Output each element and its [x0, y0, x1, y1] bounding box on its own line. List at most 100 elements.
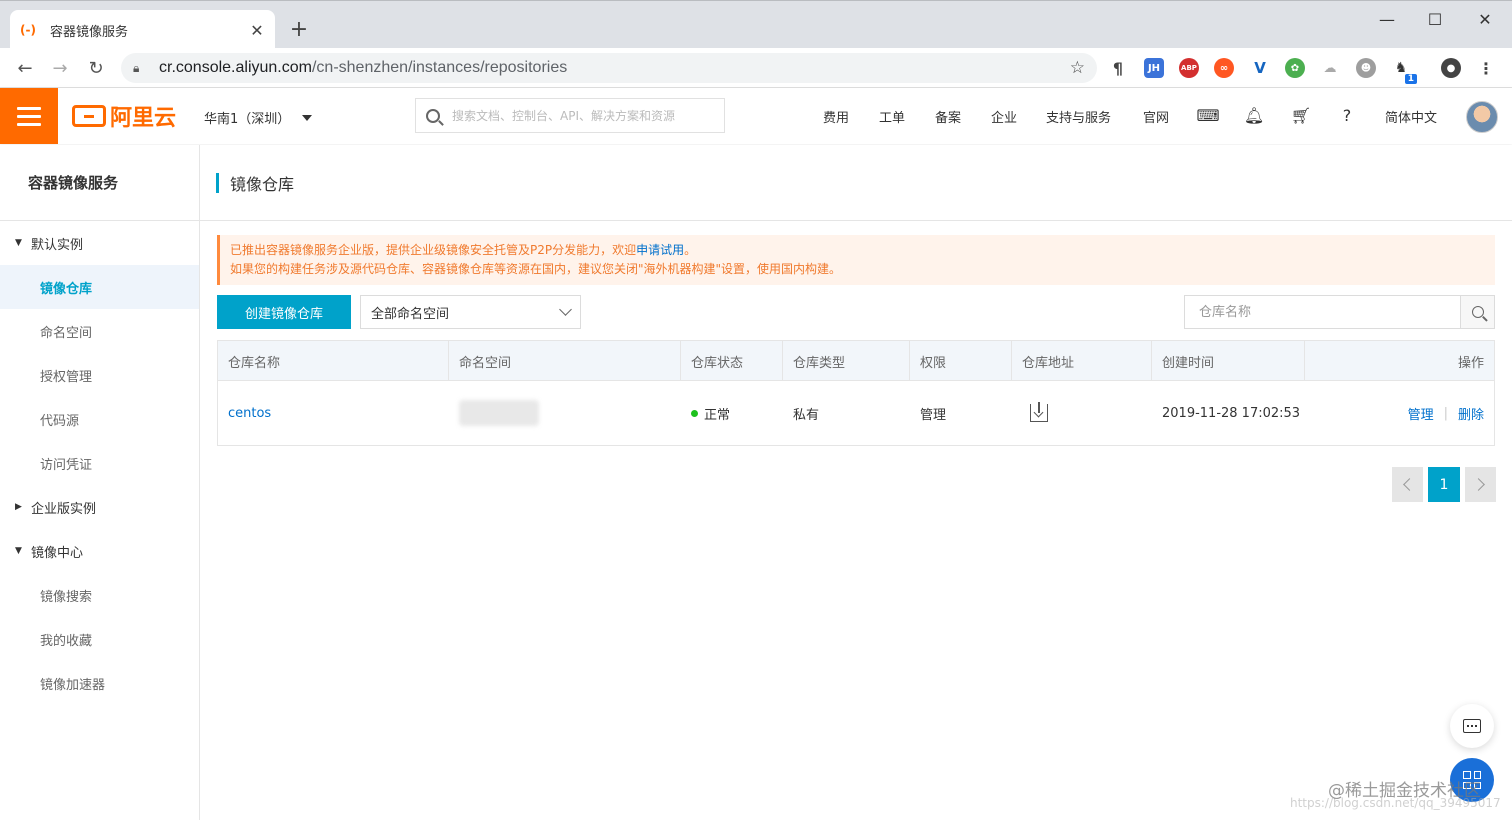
region-label: 华南1（深圳）	[204, 112, 291, 127]
namespace-select[interactable]: 全部命名空间	[360, 295, 581, 329]
caret-down-icon: ▼	[15, 546, 22, 556]
status-ok-icon	[691, 409, 698, 417]
topnav-support[interactable]: 支持与服务	[1046, 107, 1111, 126]
title-accent-bar	[216, 172, 219, 193]
sidebar-group-label: 默认实例	[31, 237, 84, 253]
close-tab-icon[interactable]: ✕	[249, 21, 265, 40]
column-header-actions: 操作	[1457, 355, 1484, 371]
bell-icon[interactable]: 🔔︎	[1243, 104, 1265, 126]
reload-button[interactable]: ↻	[82, 54, 110, 82]
aliyun-logo[interactable]: 阿里云	[72, 102, 176, 131]
delete-link[interactable]: 删除	[1458, 404, 1484, 423]
manage-link[interactable]: 管理	[1408, 404, 1434, 423]
minimize-window-button[interactable]: —	[1364, 7, 1410, 31]
sidebar-item-repositories[interactable]: 镜像仓库	[0, 265, 199, 309]
url-text[interactable]: cr.console.aliyun.com/cn-shenzhen/instan…	[159, 59, 1070, 77]
sidebar-group-label: 企业版实例	[31, 501, 97, 517]
browser-tab[interactable]: (-) 容器镜像服务 ✕	[10, 10, 275, 50]
infinity-icon[interactable]: ∞	[1214, 58, 1234, 78]
sidebar-group-enterprise-instance[interactable]: ▶ 企业版实例	[0, 485, 199, 529]
avatar[interactable]	[1466, 101, 1498, 133]
sidebar-group-label: 镜像中心	[31, 545, 84, 561]
sidebar-group-image-center[interactable]: ▼ 镜像中心	[0, 529, 199, 573]
chevron-right-icon	[1472, 478, 1485, 491]
sidebar-group-default-instance[interactable]: ▼ 默认实例	[0, 221, 199, 265]
tab-title: 容器镜像服务	[50, 24, 129, 40]
topnav-enterprise[interactable]: 企业	[991, 107, 1017, 126]
watermark: @稀土掘金技术社区	[1328, 781, 1481, 801]
chat-bubble-icon	[1463, 719, 1481, 733]
column-header-permission: 权限	[910, 341, 1012, 381]
created-time-cell: 2019-11-28 17:02:53	[1162, 405, 1301, 421]
sidebar-item-accelerator[interactable]: 镜像加速器	[0, 661, 199, 705]
chevron-left-icon	[1403, 478, 1416, 491]
bookmark-star-icon[interactable]: ☆	[1070, 58, 1085, 78]
table-row: centos 正常 私有 管理 2019-11-28 17:02:53 管理 |…	[218, 381, 1494, 445]
column-header-name: 仓库名称	[218, 341, 449, 381]
region-selector[interactable]: 华南1（深圳）	[204, 108, 313, 127]
repository-name-link[interactable]: centos	[218, 381, 449, 445]
global-search-input[interactable]	[452, 108, 702, 123]
page-title: 镜像仓库	[230, 174, 295, 194]
repository-table: 仓库名称 命名空间 仓库状态 仓库类型 权限 仓库地址 创建时间 操作 cent…	[217, 340, 1495, 446]
close-window-button[interactable]: ✕	[1462, 7, 1508, 31]
cart-icon[interactable]: 🛒︎	[1290, 104, 1312, 126]
sidebar-item-namespaces[interactable]: 命名空间	[0, 309, 199, 353]
address-bar[interactable]: 🔒︎ cr.console.aliyun.com/cn-shenzhen/ins…	[121, 53, 1097, 83]
sidebar-item-image-search[interactable]: 镜像搜索	[0, 573, 199, 617]
type-cell: 私有	[793, 407, 820, 423]
paragraph-icon[interactable]: ¶	[1108, 58, 1128, 78]
console-topbar: 阿里云 华南1（深圳） 费用 工单 备案 企业 支持与服务 官网 ⌨ 🔔︎ 🛒︎…	[0, 88, 1512, 144]
hamburger-menu-button[interactable]	[0, 88, 58, 144]
chrome-ext-icon[interactable]: ✿	[1285, 58, 1305, 78]
create-repository-button[interactable]: 创建镜像仓库	[217, 295, 351, 329]
table-header: 仓库名称 命名空间 仓库状态 仓库类型 权限 仓库地址 创建时间 操作	[218, 341, 1494, 381]
abp-icon[interactable]: ABP	[1179, 58, 1199, 78]
apply-trial-link[interactable]: 申请试用	[636, 243, 684, 257]
sidebar-item-credentials[interactable]: 访问凭证	[0, 441, 199, 485]
repository-search-button[interactable]	[1460, 296, 1494, 328]
language-switch[interactable]: 简体中文	[1385, 107, 1437, 126]
terminal-icon[interactable]: ⌨	[1196, 104, 1219, 126]
address-cell	[1012, 381, 1152, 445]
column-header-status: 仓库状态	[681, 341, 783, 381]
status-text: 正常	[704, 407, 731, 423]
sidebar: 容器镜像服务 ▼ 默认实例 镜像仓库 命名空间 授权管理 代码源 访问凭证 ▶ …	[0, 145, 200, 820]
repository-search-input[interactable]	[1185, 296, 1460, 328]
namespace-cell	[449, 381, 681, 445]
pagination: 1	[1392, 467, 1496, 502]
back-button[interactable]: ←	[11, 54, 39, 82]
sidebar-title: 容器镜像服务	[0, 145, 199, 221]
maximize-window-button[interactable]: ☐	[1412, 7, 1458, 31]
sidebar-item-authorization[interactable]: 授权管理	[0, 353, 199, 397]
caret-right-icon: ▶	[15, 502, 22, 512]
help-icon[interactable]: ?	[1336, 104, 1358, 126]
topnav-official-site[interactable]: 官网	[1143, 107, 1169, 126]
topnav-icp[interactable]: 备案	[935, 107, 961, 126]
browser-menu-icon[interactable]: ⋮	[1476, 58, 1496, 78]
jh-icon[interactable]: JH	[1144, 58, 1164, 78]
page-button[interactable]: 1	[1428, 467, 1460, 502]
sidebar-item-code-source[interactable]: 代码源	[0, 397, 199, 441]
feedback-chat-button[interactable]	[1450, 704, 1494, 748]
profile-icon[interactable]: ●	[1441, 58, 1461, 78]
sidebar-item-favorites[interactable]: 我的收藏	[0, 617, 199, 661]
topnav-tickets[interactable]: 工单	[879, 107, 905, 126]
notice-line-1: 已推出容器镜像服务企业版，提供企业级镜像安全托管及P2P分发能力，欢迎申请试用。	[230, 243, 697, 257]
download-icon[interactable]	[1030, 402, 1048, 422]
column-header-type: 仓库类型	[783, 341, 910, 381]
topnav-fees[interactable]: 费用	[823, 107, 849, 126]
global-search-box[interactable]	[415, 98, 725, 133]
ext-badge-icon[interactable]: ♞ 1	[1391, 58, 1417, 84]
ext-face-icon[interactable]: ☻	[1356, 58, 1376, 78]
next-page-button[interactable]	[1465, 467, 1496, 502]
prev-page-button[interactable]	[1392, 467, 1423, 502]
cloud-icon[interactable]: ☁	[1320, 58, 1340, 78]
new-tab-button[interactable]: +	[287, 17, 311, 42]
notice-banner: 已推出容器镜像服务企业版，提供企业级镜像安全托管及P2P分发能力，欢迎申请试用。…	[217, 235, 1495, 285]
forward-button[interactable]: →	[46, 54, 74, 82]
vue-icon[interactable]: V	[1250, 58, 1270, 78]
browser-toolbar: ← → ↻ 🔒︎ cr.console.aliyun.com/cn-shenzh…	[0, 48, 1512, 88]
repository-search	[1184, 295, 1495, 329]
lock-icon: 🔒︎	[133, 60, 140, 75]
